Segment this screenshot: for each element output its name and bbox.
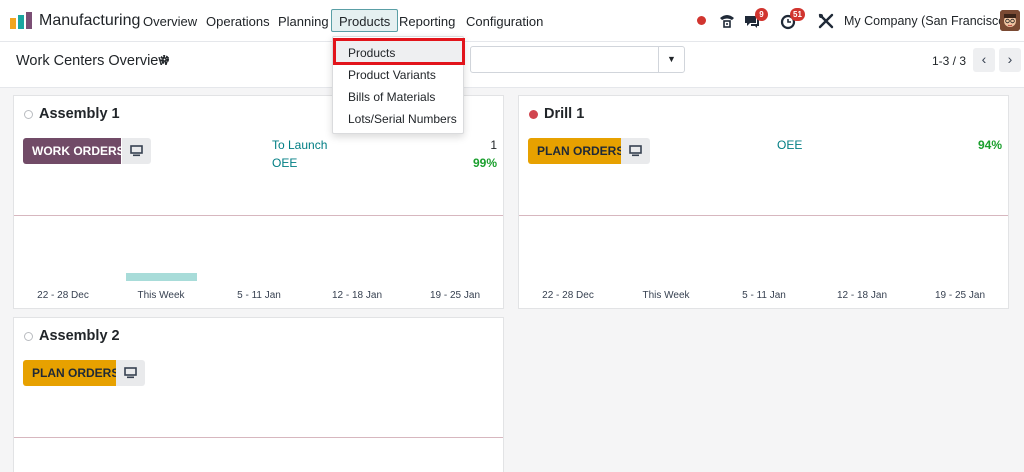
gear-icon[interactable] — [159, 54, 170, 65]
monitor-icon — [130, 145, 143, 157]
status-indicator[interactable] — [24, 332, 33, 341]
activities-badge: 51 — [790, 8, 805, 21]
oee-link[interactable]: OEE — [272, 156, 297, 170]
chart-x-label: 22 - 28 Dec — [37, 290, 89, 301]
shop-floor-button[interactable] — [621, 138, 650, 164]
dropdown-item-bills-of-materials[interactable]: Bills of Materials — [348, 90, 435, 104]
monitor-icon — [629, 145, 642, 157]
status-indicator[interactable] — [24, 110, 33, 119]
work-orders-button[interactable]: WORK ORDERS — [23, 138, 125, 164]
top-navbar: Manufacturing Overview Operations Planni… — [0, 0, 1024, 42]
caret-down-icon[interactable]: ▼ — [658, 47, 684, 72]
menu-configuration[interactable]: Configuration — [466, 14, 543, 29]
workcenter-name[interactable]: Drill 1 — [544, 106, 584, 122]
chart-x-label: 19 - 25 Jan — [934, 290, 986, 301]
menu-operations[interactable]: Operations — [206, 14, 270, 29]
page-title: Work Centers Overview — [16, 53, 169, 69]
chart-x-label: 5 - 11 Jan — [742, 290, 786, 301]
company-switcher[interactable]: My Company (San Francisco) — [844, 14, 1009, 28]
shop-floor-button[interactable] — [122, 138, 151, 164]
plan-orders-button[interactable]: PLAN ORDERS — [23, 360, 119, 386]
pager-next-button[interactable]: › — [999, 48, 1021, 72]
chart-x-label: 19 - 25 Jan — [429, 290, 481, 301]
manufacturing-app-icon[interactable] — [10, 12, 32, 29]
pager-previous-button[interactable]: ‹ — [973, 48, 995, 72]
plan-orders-button[interactable]: PLAN ORDERS — [528, 138, 624, 164]
chart-x-label: 5 - 11 Jan — [237, 290, 281, 301]
messages-badge: 9 — [755, 8, 768, 21]
workcenter-name[interactable]: Assembly 1 — [39, 106, 120, 122]
card-divider — [14, 215, 503, 216]
card-divider — [14, 437, 503, 438]
dropdown-item-lots-serial-numbers[interactable]: Lots/Serial Numbers — [348, 112, 457, 126]
chart-x-label: 12 - 18 Jan — [331, 290, 383, 301]
card-divider — [519, 215, 1008, 216]
workcenter-card-drill-1: Drill 1 PLAN ORDERS OEE 94% 22 - 28 Dec … — [518, 95, 1009, 309]
menu-reporting[interactable]: Reporting — [399, 14, 455, 29]
workcenter-name[interactable]: Assembly 2 — [39, 328, 120, 344]
chart-x-label: 12 - 18 Jan — [836, 290, 888, 301]
workcenter-card-assembly-2: Assembly 2 PLAN ORDERS — [13, 317, 504, 472]
to-launch-link[interactable]: To Launch — [272, 138, 327, 152]
user-avatar-icon — [1000, 10, 1020, 31]
annotation-highlight-box — [333, 38, 465, 65]
user-avatar[interactable] — [1000, 10, 1020, 31]
to-launch-value[interactable]: 1 — [490, 138, 497, 152]
control-panel: Work Centers Overview ▼ 1-3 / 3 ‹ › — [0, 42, 1024, 88]
app-name[interactable]: Manufacturing — [39, 12, 140, 30]
pager-value[interactable]: 1-3 / 3 — [932, 54, 966, 68]
chart-x-label: This Week — [642, 290, 690, 301]
chart-x-label: This Week — [137, 290, 185, 301]
status-indicator[interactable] — [529, 110, 538, 119]
chart-x-label: 22 - 28 Dec — [542, 290, 594, 301]
menu-products[interactable]: Products — [331, 9, 399, 32]
debug-tools-icon[interactable] — [816, 11, 836, 31]
dropdown-item-product-variants[interactable]: Product Variants — [348, 68, 436, 82]
oee-value[interactable]: 99% — [473, 156, 497, 170]
shop-floor-button[interactable] — [116, 360, 145, 386]
phone-icon[interactable] — [717, 11, 737, 31]
search-input[interactable]: ▼ — [470, 46, 685, 73]
recording-status-dot[interactable] — [697, 16, 706, 25]
monitor-icon — [124, 367, 137, 379]
menu-overview[interactable]: Overview — [143, 14, 197, 29]
menu-planning[interactable]: Planning — [278, 14, 329, 29]
oee-link[interactable]: OEE — [777, 138, 802, 152]
chart-bar-this-week[interactable] — [126, 273, 197, 281]
oee-value[interactable]: 94% — [978, 138, 1002, 152]
